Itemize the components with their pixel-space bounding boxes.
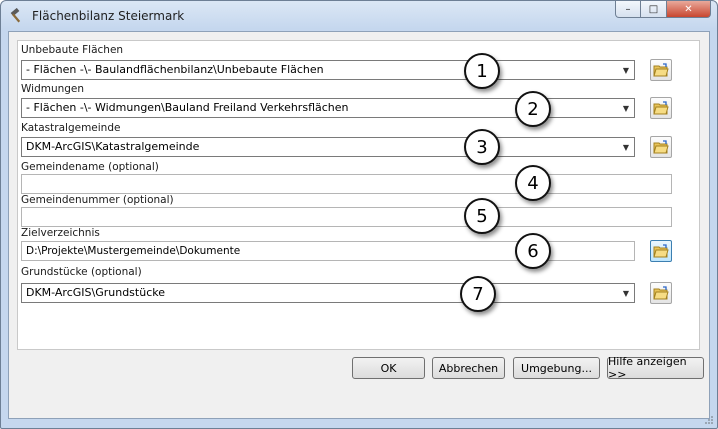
open-folder-icon [653,63,669,77]
grundstuecke-dropdown[interactable]: DKM-ArcGIS\Grundstücke ▼ [21,283,635,303]
open-folder-icon [653,101,669,115]
dialog-window: Flächenbilanz Steiermark – □ ✕ Unbebaute… [0,0,718,429]
chevron-down-icon[interactable]: ▼ [618,61,634,79]
maximize-icon: □ [648,3,659,15]
grundstuecke-value: DKM-ArcGIS\Grundstücke [26,286,165,299]
widmungen-value: - Flächen -\- Widmungen\Bauland Freiland… [26,101,349,114]
help-button[interactable]: Hilfe anzeigen >> [607,355,704,381]
browse-katastralgemeinde-button[interactable] [650,136,672,158]
close-icon: ✕ [684,3,693,15]
unbebaute-flaechen-value: - Flächen -\- Baulandflächenbilanz\Unbeb… [26,63,324,76]
chevron-down-icon[interactable]: ▼ [618,99,634,117]
label-gemeindename: Gemeindename (optional) [21,161,159,173]
minimize-icon: – [625,3,631,15]
window-controls: – □ ✕ [615,1,711,19]
label-unbebaute-flaechen: Unbebaute Flächen [21,44,124,56]
callout-6: 6 [515,233,551,269]
callout-1: 1 [464,53,500,89]
environment-button[interactable]: Umgebung... [513,357,600,379]
callout-3: 3 [464,129,500,165]
callout-2: 2 [515,91,551,127]
open-folder-icon [653,244,669,258]
zielverzeichnis-value: D:\Projekte\Mustergemeinde\Dokumente [26,245,241,257]
browse-grundstuecke-button[interactable] [650,282,672,304]
browse-zielverzeichnis-button[interactable] [650,240,672,262]
title-bar[interactable]: Flächenbilanz Steiermark – □ ✕ [1,1,717,31]
close-button[interactable]: ✕ [667,1,711,18]
browse-unbebaute-flaechen-button[interactable] [650,59,672,81]
label-grundstuecke: Grundstücke (optional) [21,266,142,278]
open-folder-icon [653,140,669,154]
ok-button[interactable]: OK [352,357,425,379]
browse-widmungen-button[interactable] [650,97,672,119]
gemeindenummer-input[interactable] [21,207,672,227]
callout-5: 5 [464,198,500,234]
hammer-icon [9,7,25,24]
label-zielverzeichnis: Zielverzeichnis [21,227,100,239]
label-katastralgemeinde: Katastralgemeinde [21,122,121,134]
gemeindename-input[interactable] [21,174,672,194]
maximize-button[interactable]: □ [641,1,667,18]
resize-grip-icon[interactable] [704,415,714,425]
chevron-down-icon[interactable]: ▼ [618,138,634,156]
minimize-button[interactable]: – [615,1,641,18]
label-widmungen: Widmungen [21,83,85,95]
window-title: Flächenbilanz Steiermark [32,9,185,23]
katastralgemeinde-value: DKM-ArcGIS\Katastralgemeinde [26,140,200,153]
cancel-button[interactable]: Abbrechen [432,357,505,379]
label-gemeindenummer: Gemeindenummer (optional) [21,194,174,206]
open-folder-icon [653,286,669,300]
unbebaute-flaechen-dropdown[interactable]: - Flächen -\- Baulandflächenbilanz\Unbeb… [21,60,635,80]
katastralgemeinde-dropdown[interactable]: DKM-ArcGIS\Katastralgemeinde ▼ [21,137,635,157]
callout-4: 4 [515,165,551,201]
chevron-down-icon[interactable]: ▼ [618,284,634,302]
callout-7: 7 [460,276,496,312]
